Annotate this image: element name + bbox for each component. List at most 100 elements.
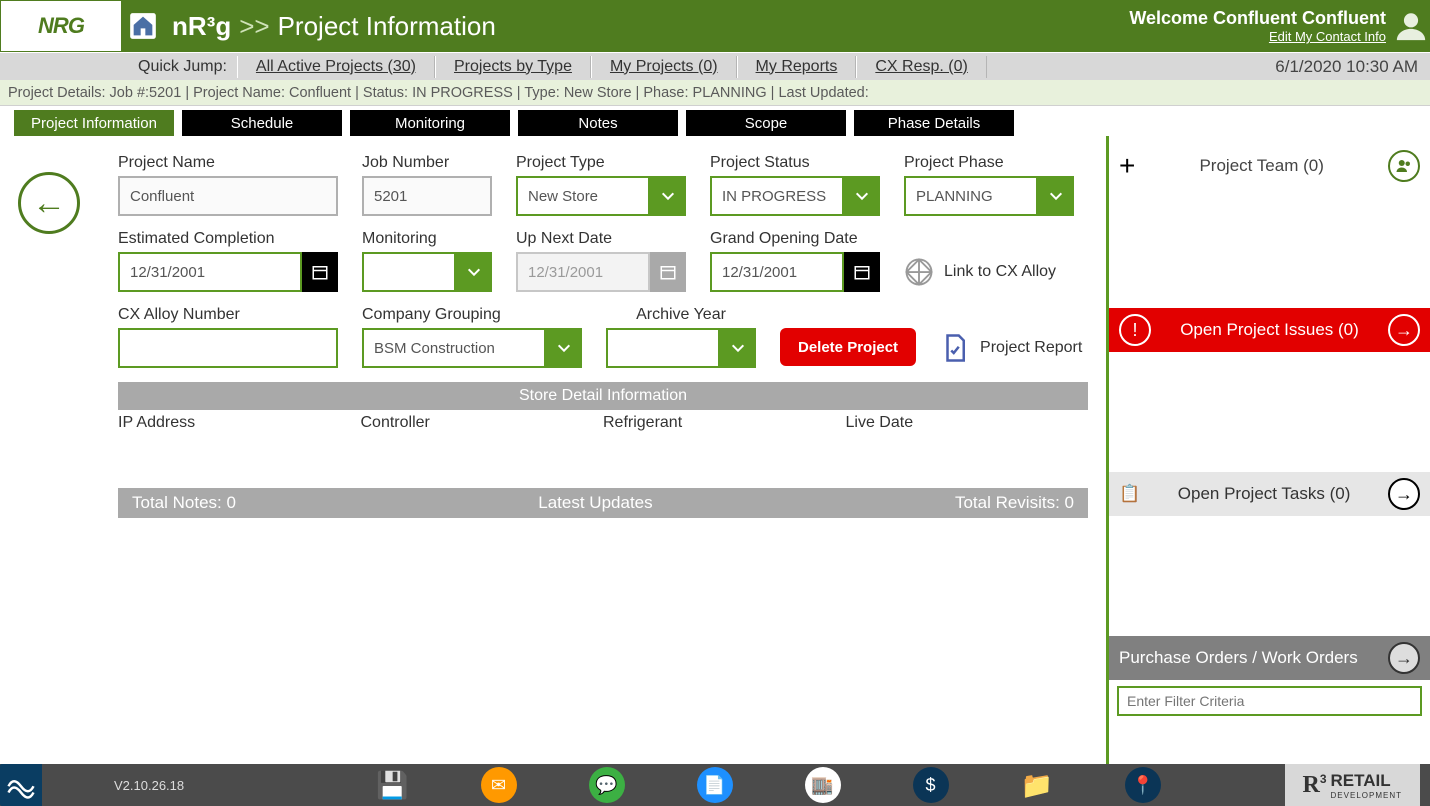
- current-datetime: 6/1/2020 10:30 AM: [1275, 57, 1430, 77]
- field-up-next-date: Up Next Date 12/31/2001: [516, 230, 686, 292]
- tab-phase-details[interactable]: Phase Details: [854, 110, 1014, 136]
- grand-opening-date[interactable]: 12/31/2001: [710, 252, 880, 292]
- quick-link-all-active[interactable]: All Active Projects (30): [237, 56, 435, 78]
- tab-monitoring[interactable]: Monitoring: [350, 110, 510, 136]
- col-refrigerant: Refrigerant: [603, 414, 846, 432]
- open-issues-card[interactable]: ! Open Project Issues (0) →: [1109, 308, 1430, 352]
- calendar-icon: [650, 252, 686, 292]
- quick-link-my-reports[interactable]: My Reports: [737, 56, 857, 78]
- field-project-type: Project Type New Store: [516, 154, 686, 216]
- clipboard-icon: 📋: [1119, 484, 1140, 504]
- welcome-text: Welcome Confluent Confluent: [1129, 8, 1386, 29]
- project-status-select[interactable]: IN PROGRESS: [710, 176, 880, 216]
- wave-icon[interactable]: [0, 764, 42, 806]
- alert-icon: !: [1119, 314, 1151, 346]
- col-live-date: Live Date: [846, 414, 1089, 432]
- field-cx-alloy-number: CX Alloy Number: [118, 306, 338, 368]
- back-button[interactable]: ←: [18, 172, 80, 234]
- quick-link-cx-resp[interactable]: CX Resp. (0): [856, 56, 986, 78]
- arrow-right-icon[interactable]: →: [1388, 478, 1420, 510]
- quick-jump-bar: Quick Jump: All Active Projects (30) Pro…: [0, 52, 1430, 80]
- field-company-grouping: Company Grouping BSM Construction: [362, 306, 582, 368]
- store-detail-columns: IP Address Controller Refrigerant Live D…: [118, 414, 1088, 432]
- welcome-block: Welcome Confluent Confluent Edit My Cont…: [1129, 0, 1392, 52]
- arrow-right-icon[interactable]: →: [1388, 314, 1420, 346]
- chevron-down-icon: [844, 176, 880, 216]
- job-number-input[interactable]: 5201: [362, 176, 492, 216]
- project-type-select[interactable]: New Store: [516, 176, 686, 216]
- field-project-status: Project Status IN PROGRESS: [710, 154, 880, 216]
- latest-updates: Latest Updates: [538, 488, 652, 518]
- plus-icon[interactable]: +: [1119, 150, 1135, 182]
- field-grand-opening: Grand Opening Date 12/31/2001: [710, 230, 880, 292]
- calendar-icon: [302, 252, 338, 292]
- est-completion-date[interactable]: 12/31/2001: [118, 252, 338, 292]
- version-label: V2.10.26.18: [114, 778, 184, 793]
- cx-alloy-number-input[interactable]: [118, 328, 338, 368]
- left-pane: ← Project Name Confluent Job Number 5201…: [0, 136, 1106, 796]
- arrow-right-icon[interactable]: →: [1388, 642, 1420, 674]
- geometry-icon: [904, 257, 934, 287]
- chevron-down-icon: [546, 328, 582, 368]
- total-notes: Total Notes: 0: [132, 488, 236, 518]
- money-icon[interactable]: $: [913, 767, 949, 803]
- team-icon: [1388, 150, 1420, 182]
- chat-icon[interactable]: 💬: [589, 767, 625, 803]
- quick-link-by-type[interactable]: Projects by Type: [435, 56, 591, 78]
- home-icon[interactable]: [122, 0, 164, 52]
- up-next-date[interactable]: 12/31/2001: [516, 252, 686, 292]
- field-project-name: Project Name Confluent: [118, 154, 338, 216]
- chevron-down-icon: [456, 252, 492, 292]
- project-team-card[interactable]: + Project Team (0): [1109, 144, 1430, 188]
- project-name-input[interactable]: Confluent: [118, 176, 338, 216]
- calendar-icon: [844, 252, 880, 292]
- field-job-number: Job Number 5201: [362, 154, 492, 216]
- mail-icon[interactable]: ✉: [481, 767, 517, 803]
- po-filter-input[interactable]: [1117, 686, 1422, 716]
- page-title: nR³g>>Project Information: [164, 0, 1129, 52]
- field-monitoring: Monitoring: [362, 230, 492, 292]
- field-est-completion: Estimated Completion 12/31/2001: [118, 230, 338, 292]
- project-report-link[interactable]: Project Report: [940, 328, 1082, 368]
- tab-notes[interactable]: Notes: [518, 110, 678, 136]
- store-icon[interactable]: 🏬: [805, 767, 841, 803]
- edit-contact-link[interactable]: Edit My Contact Info: [1269, 29, 1386, 44]
- app-logo: NRG: [0, 0, 122, 52]
- delete-project-button[interactable]: Delete Project: [780, 328, 916, 366]
- chevron-down-icon: [650, 176, 686, 216]
- store-detail-header: Store Detail Information: [118, 382, 1088, 410]
- monitoring-select[interactable]: [362, 252, 492, 292]
- col-controller: Controller: [361, 414, 604, 432]
- avatar-icon[interactable]: [1392, 0, 1430, 52]
- r3-retail-logo: R3 RETAILDEVELOPMENT: [1285, 764, 1421, 806]
- total-revisits: Total Revisits: 0: [955, 488, 1074, 518]
- save-icon[interactable]: 💾: [376, 770, 408, 801]
- chevron-down-icon: [1038, 176, 1074, 216]
- purchase-orders-card[interactable]: Purchase Orders / Work Orders →: [1109, 636, 1430, 680]
- folder-icon[interactable]: 📁: [1021, 770, 1053, 801]
- footer: V2.10.26.18 💾 ✉ 💬 📄 🏬 $ 📁 📍 R3 RETAILDEV…: [0, 764, 1430, 806]
- project-phase-select[interactable]: PLANNING: [904, 176, 1074, 216]
- chevron-down-icon: [720, 328, 756, 368]
- quick-link-my-projects[interactable]: My Projects (0): [591, 56, 737, 78]
- updates-bar: Total Notes: 0 Latest Updates Total Revi…: [118, 488, 1088, 518]
- cx-alloy-link[interactable]: Link to CX Alloy: [904, 252, 1056, 292]
- tab-scope[interactable]: Scope: [686, 110, 846, 136]
- field-project-phase: Project Phase PLANNING: [904, 154, 1074, 216]
- open-tasks-card[interactable]: 📋 Open Project Tasks (0) →: [1109, 472, 1430, 516]
- tabs: Project Information Schedule Monitoring …: [0, 106, 1430, 136]
- quick-jump-label: Quick Jump:: [128, 58, 237, 76]
- company-grouping-select[interactable]: BSM Construction: [362, 328, 582, 368]
- tab-schedule[interactable]: Schedule: [182, 110, 342, 136]
- col-ip-address: IP Address: [118, 414, 361, 432]
- project-details-strip: Project Details: Job #:5201 | Project Na…: [0, 80, 1430, 106]
- field-archive-year: Archive Year: [606, 306, 756, 368]
- document-icon[interactable]: 📄: [697, 767, 733, 803]
- main: ← Project Name Confluent Job Number 5201…: [0, 136, 1430, 796]
- document-check-icon: [940, 333, 970, 363]
- location-icon[interactable]: 📍: [1125, 767, 1161, 803]
- tab-project-information[interactable]: Project Information: [14, 110, 174, 136]
- top-bar: NRG nR³g>>Project Information Welcome Co…: [0, 0, 1430, 52]
- right-pane: + Project Team (0) ! Open Project Issues…: [1106, 136, 1430, 796]
- archive-year-select[interactable]: [606, 328, 756, 368]
